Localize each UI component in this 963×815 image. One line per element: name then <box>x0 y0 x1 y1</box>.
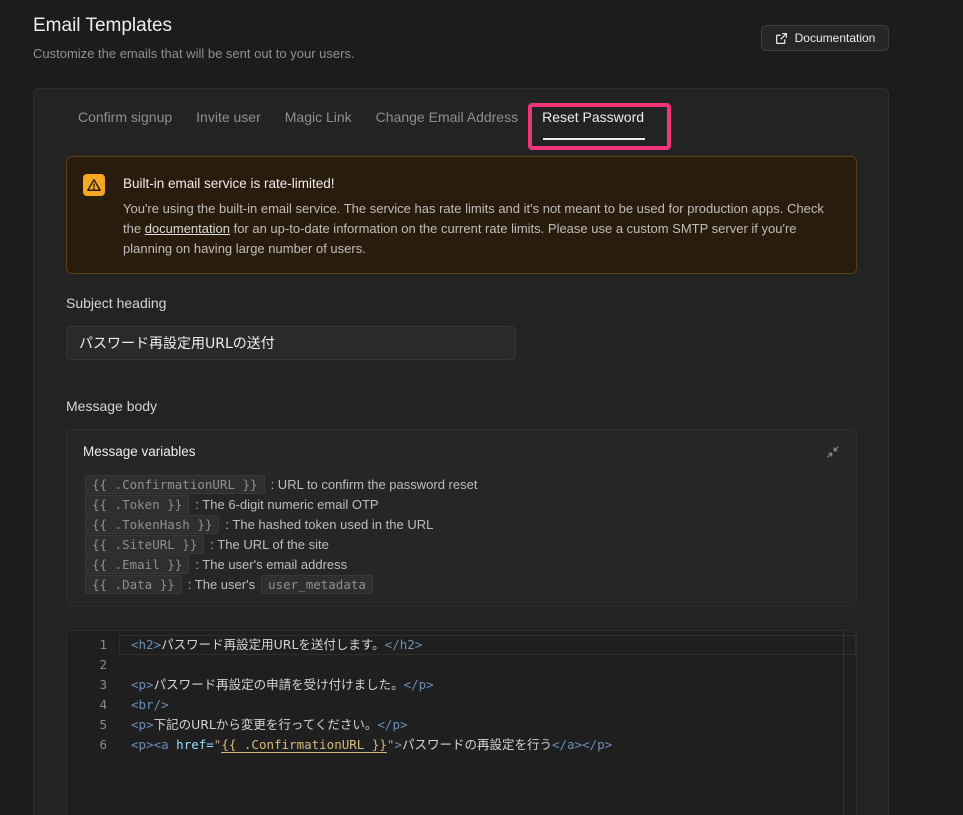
variable-list: {{ .ConfirmationURL }} : URL to confirm t… <box>85 474 477 594</box>
variable-code-inline: user_metadata <box>261 574 373 594</box>
code-tag: <p> <box>131 737 154 752</box>
variable-code: {{ .ConfirmationURL }} <box>85 474 265 494</box>
message-body-label: Message body <box>66 398 158 414</box>
code-text: パスワードの再設定を行う <box>401 737 552 752</box>
code-tag: </p> <box>377 717 408 732</box>
warning-icon <box>83 174 105 196</box>
rate-limit-warning: Built-in email service is rate-limited! … <box>66 156 857 274</box>
code-tag: <a <box>153 737 169 752</box>
template-tabs: Confirm signup Invite user Magic Link Ch… <box>78 89 656 144</box>
variable-description: : The URL of the site <box>210 536 329 552</box>
tab-reset-password[interactable]: Reset Password <box>530 89 656 144</box>
subject-input[interactable] <box>66 326 516 360</box>
tab-change-email-address[interactable]: Change Email Address <box>364 89 530 144</box>
code-text: パスワード再設定用URLを送付します。 <box>161 637 385 652</box>
message-variables-title: Message variables <box>83 444 196 459</box>
line-number: 5 <box>99 717 107 732</box>
code-tag: <br/> <box>131 697 169 712</box>
line-number: 3 <box>99 677 107 692</box>
line-number: 2 <box>99 657 107 672</box>
variable-code: {{ .Email }} <box>85 554 190 574</box>
variable-code: {{ .Data }} <box>85 574 182 594</box>
code-tag: </h2> <box>384 637 423 652</box>
code-line-3: <p>パスワード再設定の申請を受け付けました。</p> <box>131 675 434 695</box>
code-line-1: <h2>パスワード再設定用URLを送付します。</h2> <box>131 635 422 655</box>
collapse-icon[interactable] <box>826 445 840 459</box>
code-tag: <h2> <box>131 637 162 652</box>
page-title: Email Templates <box>33 15 173 36</box>
variable-description: : The user's email address <box>195 556 348 572</box>
documentation-link[interactable]: documentation <box>145 221 230 236</box>
editor-scrollbar[interactable] <box>843 631 844 815</box>
code-attr: href= <box>168 737 214 752</box>
variable-description: : The hashed token used in the URL <box>225 516 434 532</box>
list-item: {{ .Data }} : The user's user_metadata <box>85 574 477 594</box>
line-number: 4 <box>99 697 107 712</box>
code-text: パスワード再設定の申請を受け付けました。 <box>153 677 404 692</box>
message-variables-panel: Message variables {{ .ConfirmationURL }}… <box>66 429 857 607</box>
templates-panel: Confirm signup Invite user Magic Link Ch… <box>33 88 889 815</box>
variable-description: : URL to confirm the password reset <box>270 476 478 492</box>
variable-code: {{ .SiteURL }} <box>85 534 205 554</box>
warning-body: You're using the built-in email service.… <box>123 199 833 259</box>
code-line-5: <p>下記のURLから変更を行ってください。</p> <box>131 715 408 735</box>
tab-magic-link[interactable]: Magic Link <box>273 89 364 144</box>
variable-code: {{ .Token }} <box>85 494 190 514</box>
documentation-button[interactable]: Documentation <box>761 25 889 51</box>
list-item: {{ .TokenHash }} : The hashed token used … <box>85 514 477 534</box>
page-subtitle: Customize the emails that will be sent o… <box>33 46 355 61</box>
line-number: 1 <box>99 637 107 652</box>
subject-heading-label: Subject heading <box>66 295 167 311</box>
code-tag: <p> <box>131 717 154 732</box>
line-number: 6 <box>99 737 107 752</box>
documentation-label: Documentation <box>794 31 876 45</box>
code-line-4: <br/> <box>131 695 169 715</box>
variable-description: : The 6-digit numeric email OTP <box>195 496 379 512</box>
warning-title: Built-in email service is rate-limited! <box>123 176 335 191</box>
code-editor[interactable]: 1 2 3 4 5 6 <h2>パスワード再設定用URLを送付します。</h2>… <box>66 630 857 815</box>
list-item: {{ .SiteURL }} : The URL of the site <box>85 534 477 554</box>
code-text: 下記のURLから変更を行ってください。 <box>153 717 378 732</box>
list-item: {{ .ConfirmationURL }} : URL to confirm t… <box>85 474 477 494</box>
code-template-var: {{ .ConfirmationURL }} <box>221 737 387 753</box>
tab-confirm-signup[interactable]: Confirm signup <box>78 89 184 144</box>
code-tag: </p> <box>403 677 434 692</box>
code-tag: </a></p> <box>551 737 613 752</box>
external-link-icon <box>775 32 787 44</box>
code-tag: <p> <box>131 677 154 692</box>
list-item: {{ .Token }} : The 6-digit numeric email … <box>85 494 477 514</box>
variable-code: {{ .TokenHash }} <box>85 514 220 534</box>
variable-description: : The user's <box>187 576 256 592</box>
list-item: {{ .Email }} : The user's email address <box>85 554 477 574</box>
code-line-6: <p><a href="{{ .ConfirmationURL }}">パスワー… <box>131 735 612 755</box>
tab-invite-user[interactable]: Invite user <box>184 89 273 144</box>
code-tag: > <box>394 737 402 752</box>
